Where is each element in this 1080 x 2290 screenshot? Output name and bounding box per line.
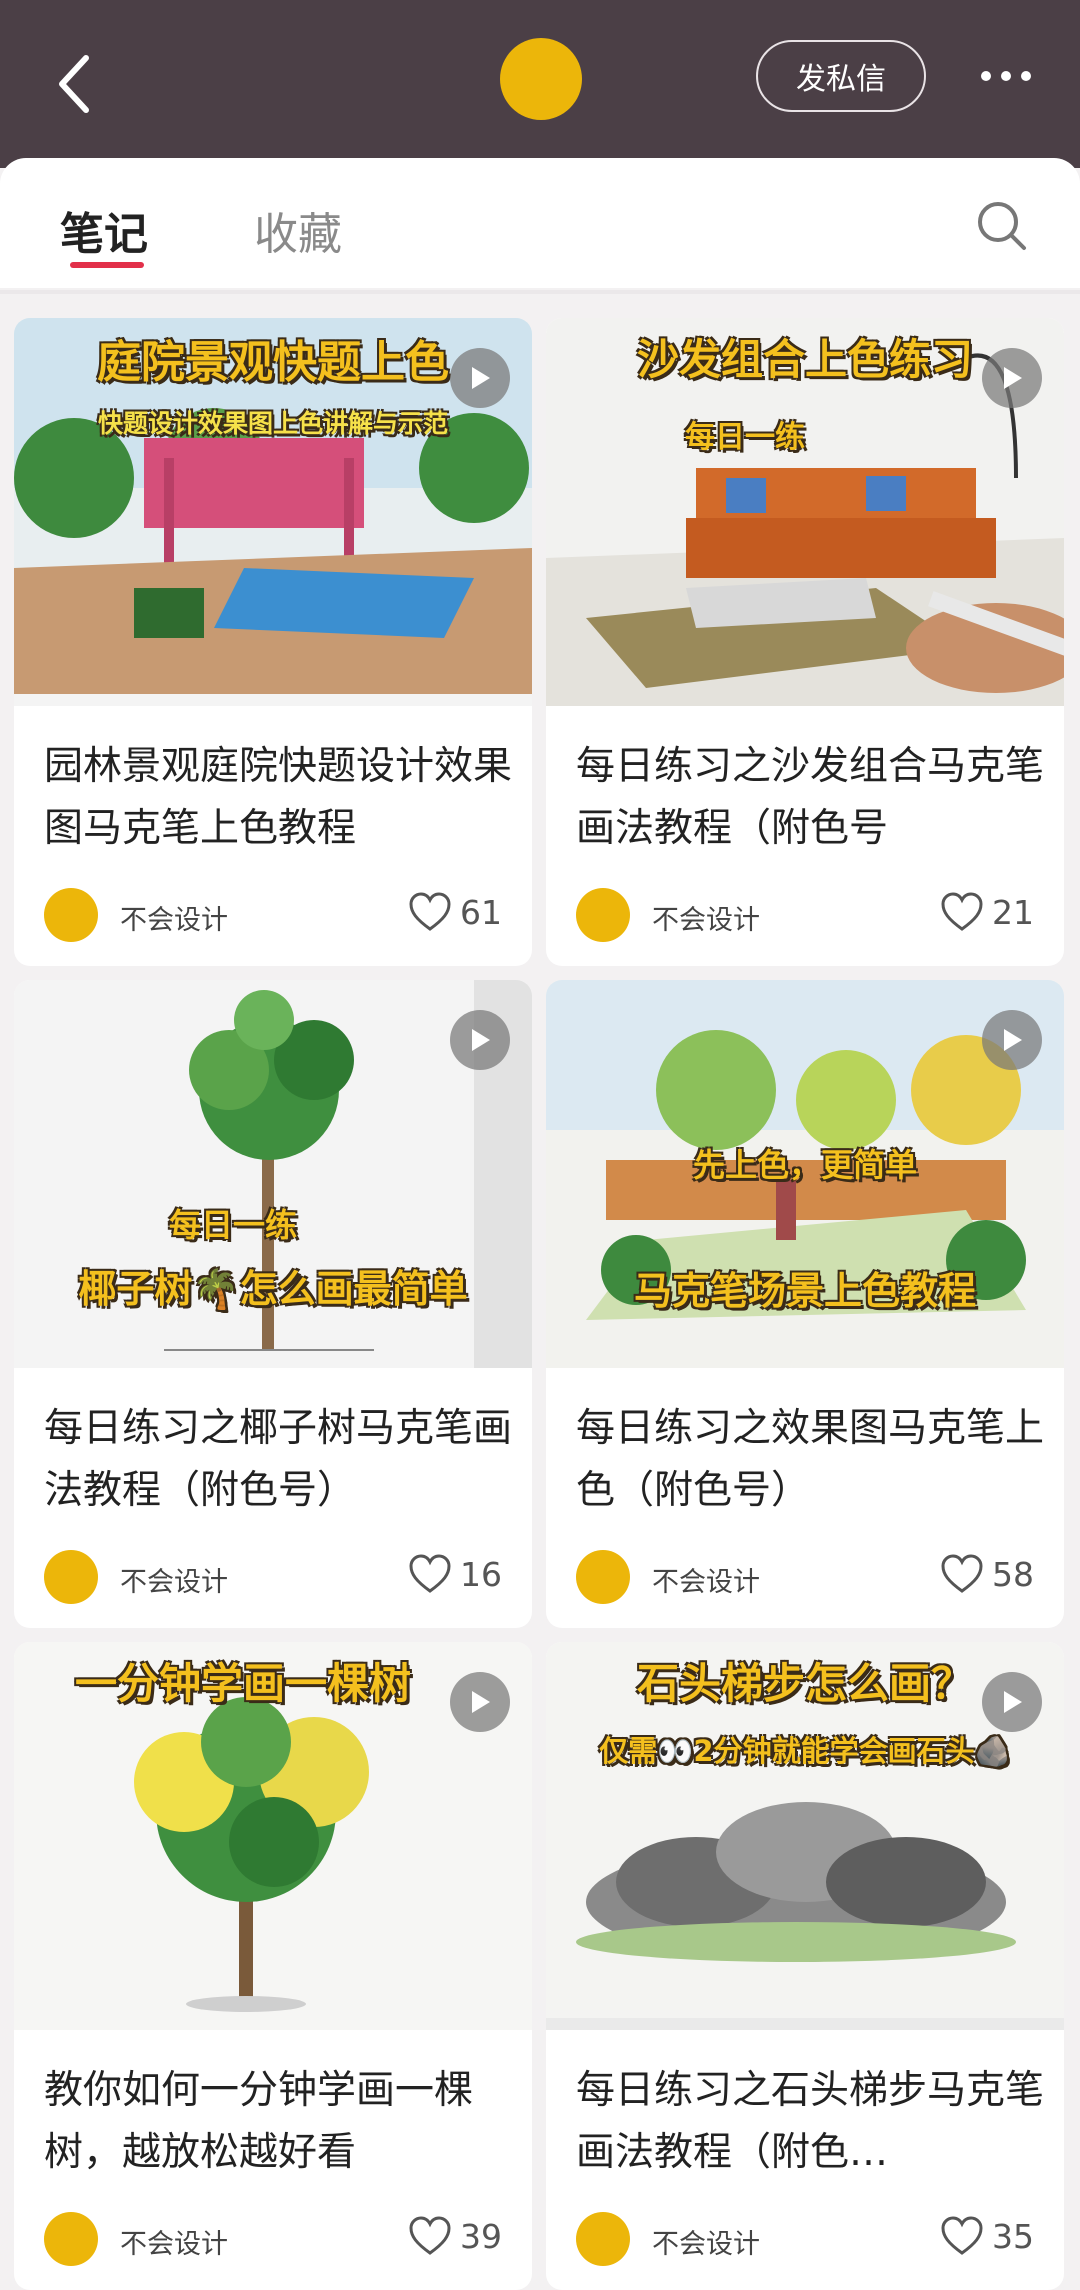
thumbnail-subtitle: 马克笔场景上色教程 [633, 1269, 976, 1313]
thumbnail-subtitle: 椰子树🌴怎么画最简单 [78, 1267, 468, 1311]
note-thumbnail[interactable]: 石头梯步怎么画？ 仅需👀2分钟就能学会画石头🪨 [546, 1642, 1064, 2030]
video-play-button[interactable] [450, 1010, 510, 1070]
thumbnail-title: 一分钟学画一棵树 [74, 1659, 411, 1708]
active-tab-indicator [70, 262, 144, 268]
note-thumbnail[interactable]: 每日一练 椰子树🌴怎么画最简单 [14, 980, 532, 1368]
tab-collections[interactable]: 收藏 [254, 198, 342, 262]
heart-icon [409, 2216, 451, 2255]
author-name[interactable]: 不会设计 [120, 898, 228, 937]
video-play-button[interactable] [982, 1010, 1042, 1070]
author-avatar[interactable] [576, 2212, 630, 2266]
more-options-button[interactable] [966, 56, 1046, 96]
author-avatar[interactable] [44, 2212, 98, 2266]
like-button[interactable]: 21 [940, 892, 1034, 932]
like-button[interactable]: 58 [940, 1554, 1034, 1594]
author-avatar[interactable] [44, 888, 98, 942]
note-card[interactable]: 每日一练 椰子树🌴怎么画最简单 每日练习之椰子树马克笔画法教程（附色号） 不会设… [14, 980, 532, 1628]
note-thumbnail[interactable]: 先上色，更简单 马克笔场景上色教程 [546, 980, 1064, 1368]
author-name[interactable]: 不会设计 [652, 898, 760, 937]
back-button[interactable] [44, 44, 104, 124]
tab-notes[interactable]: 笔记 [60, 198, 148, 262]
like-button[interactable]: 35 [940, 2216, 1034, 2256]
heart-icon [941, 1554, 983, 1593]
note-title[interactable]: 每日练习之沙发组合马克笔画法教程（附色号 [576, 736, 1046, 860]
play-icon [1004, 1691, 1022, 1713]
more-dot-icon [1001, 71, 1011, 81]
tab-bar: 笔记 收藏 [0, 158, 1080, 288]
note-card[interactable]: 一分钟学画一棵树 教你如何一分钟学画一棵树，越放松越好看 不会设计 39 [14, 1642, 532, 2290]
play-icon [472, 1029, 490, 1051]
heart-icon [941, 892, 983, 931]
like-count: 35 [992, 2216, 1034, 2256]
note-thumbnail[interactable]: 一分钟学画一棵树 [14, 1642, 532, 2030]
like-count: 21 [992, 892, 1034, 932]
video-play-button[interactable] [450, 1672, 510, 1732]
play-icon [472, 367, 490, 389]
like-button[interactable]: 39 [408, 2216, 502, 2256]
video-play-button[interactable] [450, 348, 510, 408]
note-title[interactable]: 每日练习之椰子树马克笔画法教程（附色号） [44, 1398, 514, 1522]
note-thumbnail[interactable]: 沙发组合上色练习 每日一练 [546, 318, 1064, 706]
like-button[interactable]: 16 [408, 1554, 502, 1594]
author-name[interactable]: 不会设计 [120, 1560, 228, 1599]
search-icon [978, 202, 1026, 250]
author-name[interactable]: 不会设计 [652, 2222, 760, 2261]
thumbnail-subtitle: 每日一练 [685, 420, 805, 455]
note-title[interactable]: 每日练习之效果图马克笔上色（附色号） [576, 1398, 1046, 1522]
note-card[interactable]: 庭院景观快题上色 快题设计效果图上色讲解与示范 园林景观庭院快题设计效果图马克笔… [14, 318, 532, 966]
note-title[interactable]: 园林景观庭院快题设计效果图马克笔上色教程 [44, 736, 514, 860]
author-avatar[interactable] [576, 1550, 630, 1604]
like-count: 39 [460, 2216, 502, 2256]
like-count: 61 [460, 892, 502, 932]
thumbnail-title: 先上色，更简单 [692, 1146, 917, 1184]
author-avatar[interactable] [44, 1550, 98, 1604]
play-icon [1004, 367, 1022, 389]
like-count: 16 [460, 1554, 502, 1594]
play-icon [1004, 1029, 1022, 1051]
video-play-button[interactable] [982, 348, 1042, 408]
play-icon [472, 1691, 490, 1713]
more-dot-icon [1021, 71, 1031, 81]
search-button[interactable] [972, 196, 1032, 256]
back-arrow-icon [59, 55, 89, 113]
note-thumbnail[interactable]: 庭院景观快题上色 快题设计效果图上色讲解与示范 [14, 318, 532, 706]
author-name[interactable]: 不会设计 [652, 1560, 760, 1599]
thumbnail-subtitle: 快题设计效果图上色讲解与示范 [97, 409, 448, 438]
heart-icon [941, 2216, 983, 2255]
thumbnail-subtitle: 仅需👀2分钟就能学会画石头🪨 [599, 1734, 1011, 1768]
heart-icon [409, 892, 451, 931]
video-play-button[interactable] [982, 1672, 1042, 1732]
author-name[interactable]: 不会设计 [120, 2222, 228, 2261]
more-dot-icon [981, 71, 991, 81]
author-avatar[interactable] [576, 888, 630, 942]
thumbnail-title: 每日一练 [168, 1206, 297, 1244]
note-card[interactable]: 沙发组合上色练习 每日一练 每日练习之沙发组合马克笔画法教程（附色号 不会设计 … [546, 318, 1064, 966]
top-bar: 发私信 [0, 0, 1080, 168]
like-count: 58 [992, 1554, 1034, 1594]
like-button[interactable]: 61 [408, 892, 502, 932]
note-title[interactable]: 每日练习之石头梯步马克笔画法教程（附色… [576, 2060, 1046, 2184]
profile-avatar[interactable] [500, 38, 582, 120]
send-message-button[interactable]: 发私信 [756, 40, 926, 112]
heart-icon [409, 1554, 451, 1593]
note-card[interactable]: 石头梯步怎么画？ 仅需👀2分钟就能学会画石头🪨 每日练习之石头梯步马克笔画法教程… [546, 1642, 1064, 2290]
tab-divider [0, 290, 1080, 294]
note-title[interactable]: 教你如何一分钟学画一棵树，越放松越好看 [44, 2060, 514, 2184]
note-card[interactable]: 先上色，更简单 马克笔场景上色教程 每日练习之效果图马克笔上色（附色号） 不会设… [546, 980, 1064, 1628]
